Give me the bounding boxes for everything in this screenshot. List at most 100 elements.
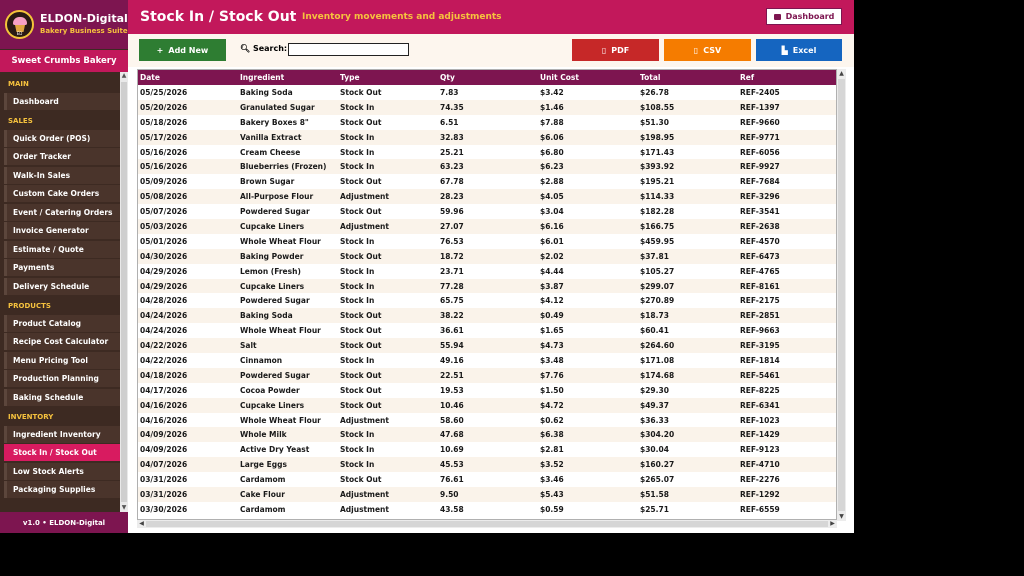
table-row[interactable]: 05/07/2026 Powdered Sugar Stock Out 59.96 $3… xyxy=(138,204,836,219)
export-pdf-button[interactable]: ▯ PDF xyxy=(572,39,659,61)
sidebar-item-production-planning[interactable]: Production Planning xyxy=(4,370,120,387)
column-header[interactable]: Qty xyxy=(438,70,538,85)
column-header[interactable]: Unit Cost xyxy=(538,70,638,85)
sidebar-scrollbar[interactable]: ▲ ▼ xyxy=(120,72,128,512)
dashboard-button[interactable]: Dashboard xyxy=(766,8,842,25)
table-row[interactable]: 05/03/2026 Cupcake Liners Adjustment 27.07 $… xyxy=(138,219,836,234)
table-cell: $4.44 xyxy=(540,266,564,276)
table-row[interactable]: 04/24/2026 Whole Wheat Flour Stock Out 36.6… xyxy=(138,323,836,338)
csv-label: CSV xyxy=(703,45,722,55)
table-cell: REF-1292 xyxy=(738,487,836,502)
add-new-button[interactable]: + Add New xyxy=(139,39,226,61)
table-row[interactable]: 04/24/2026 Baking Soda Stock Out 38.22 $0.49… xyxy=(138,308,836,324)
table-cell: $4.73 xyxy=(538,338,638,354)
table-cell: Stock In xyxy=(338,457,438,473)
sidebar-item-custom-cake-orders[interactable]: Custom Cake Orders xyxy=(4,185,120,202)
table-row[interactable]: 05/17/2026 Vanilla Extract Stock In 32.83 $6… xyxy=(138,129,836,145)
table-row[interactable]: 05/25/2026 Baking Soda Stock Out 7.83 $3.42 $… xyxy=(138,85,836,100)
table-cell: $171.43 xyxy=(640,147,675,157)
export-excel-button[interactable]: ▙ Excel xyxy=(756,39,842,61)
table-cell: REF-9123 xyxy=(740,445,780,455)
sidebar-item-product-catalog[interactable]: Product Catalog xyxy=(4,314,120,332)
column-header[interactable]: Type xyxy=(338,70,438,85)
table-row[interactable]: 05/16/2026 Blueberries (Frozen) Stock In 63… xyxy=(138,159,836,175)
table-row[interactable]: 03/31/2026 Cake Flour Adjustment 9.50 $5.43 $… xyxy=(138,487,836,502)
table-cell: Stock In xyxy=(340,266,375,276)
sidebar-item-estimate-quote[interactable]: Estimate / Quote xyxy=(4,240,120,258)
sidebar-item-dashboard[interactable]: Dashboard xyxy=(4,92,120,110)
sidebar-item-order-tracker[interactable]: Order Tracker xyxy=(4,148,120,165)
sidebar-item-packaging-supplies[interactable]: Packaging Supplies xyxy=(4,481,120,498)
table-row[interactable]: 04/22/2026 Salt Stock Out 55.94 $4.73 $264.60… xyxy=(138,338,836,354)
table-row[interactable]: 04/29/2026 Cupcake Liners Stock In 77.28 $3.… xyxy=(138,278,836,294)
table-hscroll-thumb[interactable] xyxy=(146,521,828,527)
table-cell: 05/20/2026 xyxy=(138,99,238,115)
column-header[interactable]: Total xyxy=(638,70,738,85)
table-vertical-scrollbar[interactable]: ▲ ▼ xyxy=(837,69,846,521)
table-cell: Granulated Sugar xyxy=(238,99,338,115)
sidebar-item-menu-pricing-tool[interactable]: Menu Pricing Tool xyxy=(4,351,120,369)
table-row[interactable]: 04/30/2026 Baking Powder Stock Out 18.72 $2.… xyxy=(138,248,836,264)
scroll-down-icon[interactable]: ▼ xyxy=(120,504,128,512)
table-cell: 67.78 xyxy=(440,177,464,187)
table-scroll-thumb[interactable] xyxy=(838,79,845,511)
table-row[interactable]: 04/07/2026 Large Eggs Stock In 45.53 $3.52 $1… xyxy=(138,457,836,473)
table-row[interactable]: 04/17/2026 Cocoa Powder Stock Out 19.53 $1.5… xyxy=(138,383,836,398)
sidebar-item-delivery-schedule[interactable]: Delivery Schedule xyxy=(4,277,120,295)
scroll-left-icon[interactable]: ◀ xyxy=(137,519,146,528)
table-cell: REF-1429 xyxy=(738,427,836,443)
scroll-right-icon[interactable]: ▶ xyxy=(828,519,837,528)
sidebar-item-baking-schedule[interactable]: Baking Schedule xyxy=(4,388,120,406)
scroll-down-icon[interactable]: ▼ xyxy=(837,512,846,521)
table-row[interactable]: 05/08/2026 All-Purpose Flour Adjustment 28.… xyxy=(138,189,836,205)
sidebar-item-walk-in-sales[interactable]: Walk-In Sales xyxy=(4,166,120,184)
table-row[interactable]: 05/09/2026 Brown Sugar Stock Out 67.78 $2.88… xyxy=(138,174,836,189)
table-cell: 22.51 xyxy=(438,367,538,383)
sidebar-item-quick-order-pos[interactable]: Quick Order (POS) xyxy=(4,129,120,147)
sidebar-item-stock-in-stock-out[interactable]: Stock In / Stock Out xyxy=(4,444,120,461)
table-row[interactable]: 04/16/2026 Cupcake Liners Stock Out 10.46 $4… xyxy=(138,397,836,413)
scroll-up-icon[interactable]: ▲ xyxy=(120,72,128,80)
table-cell: Cupcake Liners xyxy=(238,397,338,413)
table-cell: 49.16 xyxy=(440,355,464,365)
table-row[interactable]: 03/30/2026 Cardamom Adjustment 43.58 $0.59 $2… xyxy=(138,502,836,517)
table-cell: 04/24/2026 xyxy=(138,308,238,324)
dashboard-icon xyxy=(773,13,781,20)
sidebar-nav: MAIN Dashboard SALES Quick Order (POS) Order… xyxy=(0,74,120,511)
sidebar-scroll-thumb[interactable] xyxy=(121,82,127,502)
table-row[interactable]: 05/01/2026 Whole Wheat Flour Stock In 76.53… xyxy=(138,234,836,249)
sidebar-item-low-stock-alerts[interactable]: Low Stock Alerts xyxy=(4,462,120,480)
table-row[interactable]: 03/31/2026 Cardamom Stock Out 76.61 $3.46 $26… xyxy=(138,472,836,487)
table-cell: 25.21 xyxy=(440,147,464,157)
brand-subtitle: Bakery Business Suite xyxy=(40,27,128,35)
scroll-up-icon[interactable]: ▲ xyxy=(837,69,846,78)
table-row[interactable]: 04/09/2026 Whole Milk Stock In 47.68 $6.38 $3… xyxy=(138,427,836,443)
table-row[interactable]: 04/18/2026 Powdered Sugar Stock Out 22.51 $7… xyxy=(138,367,836,383)
table-row[interactable]: 04/16/2026 Whole Wheat Flour Adjustment 58.… xyxy=(138,413,836,428)
table-row[interactable]: 04/22/2026 Cinnamon Stock In 49.16 $3.48 $171… xyxy=(138,353,836,368)
column-header[interactable]: Date xyxy=(138,70,238,85)
table-cell: REF-7684 xyxy=(740,177,780,187)
table-row[interactable]: 05/16/2026 Cream Cheese Stock In 25.21 $6.80… xyxy=(138,145,836,160)
export-csv-button[interactable]: ▯ CSV xyxy=(664,39,751,61)
table-cell: REF-2175 xyxy=(740,296,780,306)
table-row[interactable]: 04/29/2026 Lemon (Fresh) Stock In 23.71 $4.4… xyxy=(138,264,836,279)
table-cell: $30.04 xyxy=(640,445,669,455)
column-header[interactable]: Ref xyxy=(738,70,836,85)
table-cell: REF-6473 xyxy=(738,248,836,264)
table-row[interactable]: 04/09/2026 Active Dry Yeast Stock In 10.69 $… xyxy=(138,442,836,457)
table-cell: $166.75 xyxy=(638,219,738,234)
table-horizontal-scrollbar[interactable]: ◀ ▶ xyxy=(137,520,837,528)
sidebar-item-payments[interactable]: Payments xyxy=(4,259,120,276)
table-row[interactable]: 05/20/2026 Granulated Sugar Stock In 74.35 $… xyxy=(138,99,836,115)
sidebar-item-invoice-generator[interactable]: Invoice Generator xyxy=(4,222,120,239)
table-cell: Bakery Boxes 8" xyxy=(240,117,309,127)
search-input[interactable] xyxy=(288,43,409,56)
sidebar-item-event-catering-orders[interactable]: Event / Catering Orders xyxy=(4,203,120,221)
sidebar-item-recipe-cost-calculator[interactable]: Recipe Cost Calculator xyxy=(4,333,120,350)
table-row[interactable]: 04/28/2026 Powdered Sugar Stock In 65.75 $4.… xyxy=(138,293,836,308)
sidebar-item-ingredient-inventory[interactable]: Ingredient Inventory xyxy=(4,425,120,443)
table-row[interactable]: 05/18/2026 Bakery Boxes 8" Stock Out 6.51 $7… xyxy=(138,115,836,130)
table-cell: Stock Out xyxy=(340,326,382,336)
column-header[interactable]: Ingredient xyxy=(238,70,338,85)
